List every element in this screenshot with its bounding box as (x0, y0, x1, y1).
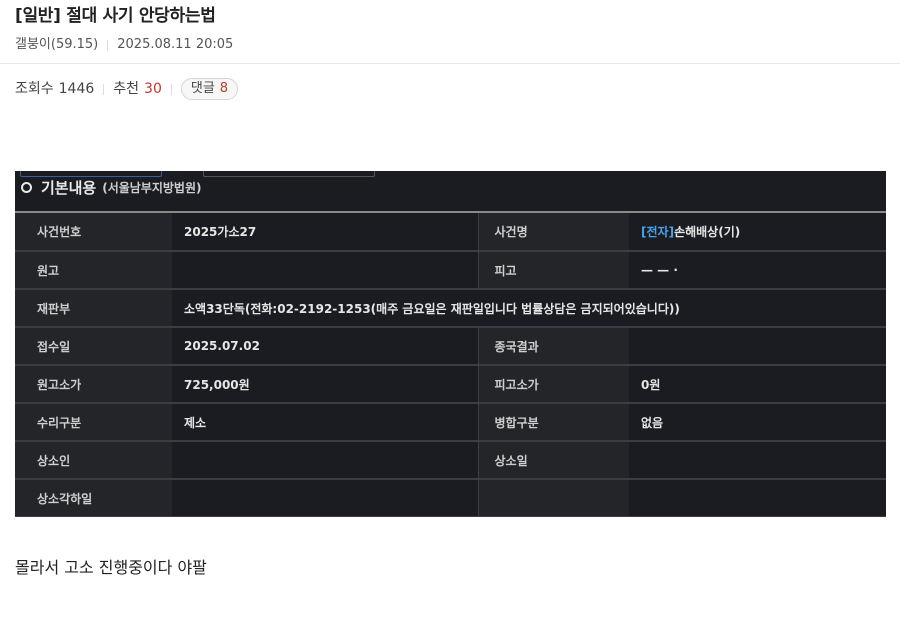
views-count: 1446 (58, 81, 95, 97)
case-field-value: 0원 (629, 365, 886, 404)
case-row: 사건번호 2025가소27 사건명 [전자]손해배상(기) (15, 213, 886, 252)
electronic-tag: [전자] (641, 225, 675, 239)
section-title: 기본내용 (41, 179, 97, 197)
post-datetime: 2025.08.11 20:05 (117, 37, 234, 52)
case-row: 상소각하일 (15, 479, 886, 517)
case-field-value: 2025가소27 (172, 213, 478, 252)
case-field-value: [전자]손해배상(기) (629, 213, 886, 252)
case-field-label (477, 479, 629, 517)
recommend-count: 30 (144, 81, 162, 97)
case-field-value (172, 251, 478, 290)
tab-remnant (203, 171, 375, 177)
case-field-value (629, 441, 886, 480)
case-field-label: 피고소가 (477, 365, 629, 404)
case-field-text: 없음 (641, 415, 664, 430)
case-field-text: 손해배상(기) (674, 225, 741, 239)
case-field-label: 원고소가 (15, 365, 172, 404)
section-header: 기본내용 (서울남부지방법원) (21, 177, 202, 198)
case-field-text: — — · (641, 263, 678, 277)
comments-label: 댓글 (190, 81, 215, 96)
case-row: 수리구분 제소 병합구분 없음 (15, 403, 886, 442)
comments-button[interactable]: 댓글 8 (180, 78, 239, 100)
case-row: 접수일 2025.07.02 종국결과 (15, 327, 886, 366)
case-field-value (172, 441, 478, 480)
case-row: 원고 피고 — — · (15, 251, 886, 290)
case-field-value (172, 479, 478, 517)
case-field-label: 상소각하일 (15, 479, 172, 517)
case-field-value: 소액33단독(전화:02-2192-1253(매주 금요일은 재판일입니다 법률… (172, 289, 886, 328)
comments-count: 8 (219, 81, 229, 96)
embedded-screenshot: 기본내용 (서울남부지방법원) 사건번호 2025가소27 사건명 [전자]손해배상(… (15, 171, 886, 517)
case-field-value: 2025.07.02 (172, 327, 478, 366)
case-field-label: 수리구분 (15, 403, 172, 442)
case-field-label: 종국결과 (477, 327, 629, 366)
case-field-value: — — · (629, 251, 886, 290)
case-field-label: 접수일 (15, 327, 172, 366)
case-field-label: 병합구분 (477, 403, 629, 442)
case-field-value: 제소 (172, 403, 478, 442)
post-title: [일반] 절대 사기 안당하는법 (15, 6, 216, 26)
case-info-table: 사건번호 2025가소27 사건명 [전자]손해배상(기) 원고 피고 — — · 재판부 소액… (15, 213, 886, 517)
case-row: 원고소가 725,000원 피고소가 0원 (15, 365, 886, 404)
stats-divider (103, 83, 105, 95)
meta-divider (107, 39, 109, 51)
recommend-label: 추천 (113, 81, 140, 97)
case-row: 재판부 소액33단독(전화:02-2192-1253(매주 금요일은 재판일입니다… (15, 289, 886, 328)
case-field-text: 0원 (641, 377, 661, 392)
post-meta: 갤붕이(59.15) 2025.08.11 20:05 (15, 36, 885, 54)
author-name[interactable]: 갤붕이(59.15) (15, 36, 98, 54)
views-label: 조회수 (15, 81, 54, 97)
case-field-label: 원고 (15, 251, 172, 290)
case-field-value (629, 479, 886, 517)
case-field-label: 사건명 (477, 213, 629, 252)
case-field-label: 상소일 (477, 441, 629, 480)
case-field-label: 사건번호 (15, 213, 172, 252)
case-field-value: 없음 (629, 403, 886, 442)
post-stats: 조회수 1446 추천 30 댓글 8 (15, 78, 239, 100)
stats-divider (170, 83, 172, 95)
case-field-label: 재판부 (15, 289, 172, 328)
circle-bullet-icon (21, 182, 32, 193)
case-field-label: 피고 (477, 251, 629, 290)
case-field-label: 상소인 (15, 441, 172, 480)
post-header: [일반] 절대 사기 안당하는법 갤붕이(59.15) 2025.08.11 2… (0, 0, 900, 54)
case-row: 상소인 상소일 (15, 441, 886, 480)
post-body: 몰라서 고소 진행중이다 야팔 (15, 558, 207, 577)
case-field-value: 725,000원 (172, 365, 478, 404)
header-divider (0, 63, 900, 64)
case-field-value (629, 327, 886, 366)
court-name: (서울남부지방법원) (102, 181, 202, 195)
